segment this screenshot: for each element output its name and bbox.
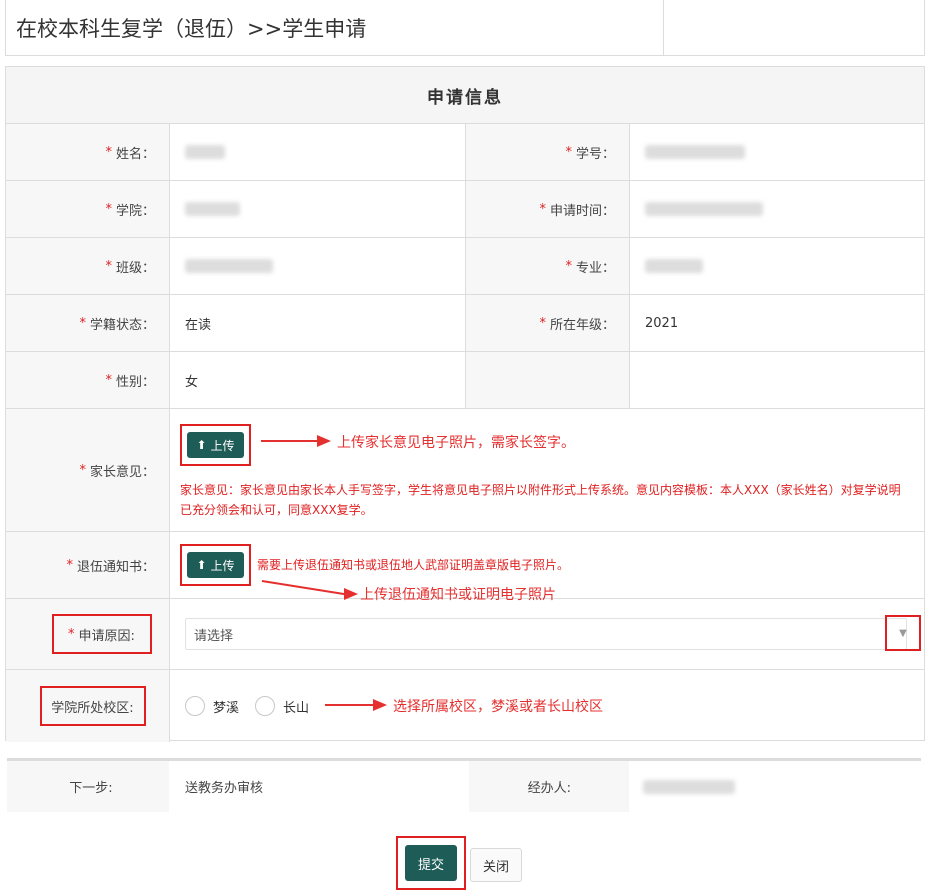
campus-option-mengxi: 梦溪 [213, 700, 240, 716]
redacted-value [185, 259, 273, 273]
apply-time-value [630, 181, 924, 237]
college-label: * 学院： [6, 181, 170, 237]
campus-label-highlight: 学院所处校区: [39, 686, 146, 726]
grade-label: * 所在年级： [466, 295, 630, 351]
page-header: 在校本科生复学（退伍）>>学生申请 [5, 0, 925, 56]
gender-value: 女 [170, 352, 466, 408]
redacted-value [185, 202, 240, 216]
row-class: * 班级： * 专业： [6, 238, 924, 295]
reason-label-cell: * 申请原因: [6, 599, 170, 669]
class-label: * 班级： [6, 238, 170, 294]
campus-label: 学院所处校区: [51, 700, 134, 716]
discharge-note: 需要上传退伍通知书或退伍地人武部证明盖章版电子照片。 [257, 558, 570, 572]
handler-value [629, 761, 921, 812]
row-status: * 学籍状态： 在读 * 所在年级： 2021 [6, 295, 924, 352]
campus-radio-changshan[interactable] [255, 696, 276, 716]
application-form: 申请信息 * 姓名： * 学号： * 学院： * 申请时间： * 班级： * 专业： * 学籍… [5, 66, 925, 742]
next-step-panel: 下一步: 送教务办审核 经办人: [7, 758, 921, 812]
apply-time-label: * 申请时间： [466, 181, 630, 237]
redacted-value [643, 779, 735, 794]
page-title: 在校本科生复学（退伍）>>学生申请 [6, 0, 664, 55]
reason-select-value: 请选择 [194, 628, 234, 644]
discharge-upload-button[interactable]: ⬆ 上传 [187, 552, 244, 578]
gender-label: * 性别： [6, 352, 170, 408]
student-id-label: * 学号： [466, 124, 630, 180]
section-title: 申请信息 [6, 67, 924, 124]
discharge-annotation-text: 上传退伍通知书或证明电子照片 [360, 587, 556, 603]
row-reason: * 申请原因: 请选择 ▼ [6, 599, 924, 670]
row-name: * 姓名： * 学号： [6, 124, 924, 181]
row-parent-opinion: * 家长意见： ⬆ 上传 家长意见：家长意见由家长本人手写签字，学生将意见电子照片… [6, 409, 924, 532]
handler-label: 经办人: [527, 781, 571, 796]
reason-content: 请选择 ▼ [170, 599, 924, 669]
row-gender: * 性别： 女 [6, 352, 924, 409]
discharge-upload-highlight: ⬆ 上传 [180, 544, 251, 586]
dropdown-highlight: ▼ [885, 615, 921, 651]
campus-annotation-text: 选择所属校区，梦溪或者长山校区 [393, 699, 603, 715]
next-step-label: 下一步: [69, 781, 113, 796]
grade-value: 2021 [645, 315, 679, 331]
empty-label-cell [466, 352, 630, 408]
campus-option-changshan: 长山 [283, 700, 310, 716]
next-step-value: 送教务办审核 [169, 761, 469, 812]
redacted-value [645, 202, 763, 216]
parent-opinion-content: ⬆ 上传 家长意见：家长意见由家长本人手写签字，学生将意见电子照片以附件形式上传… [170, 409, 924, 531]
chevron-down-icon[interactable]: ▼ [899, 628, 907, 639]
redacted-value [645, 145, 745, 159]
name-label: * 姓名： [6, 124, 170, 180]
redacted-value [645, 259, 703, 273]
college-value [170, 181, 466, 237]
class-value [170, 238, 466, 294]
reason-select[interactable]: 请选择 ▼ [185, 615, 921, 651]
discharge-arrow-head [344, 588, 358, 600]
parent-opinion-note: 家长意见：家长意见由家长本人手写签字，学生将意见电子照片以附件形式上传系统。意见… [180, 483, 901, 517]
major-label: * 专业： [466, 238, 630, 294]
status-value: 在读 [170, 295, 466, 351]
parent-upload-highlight: ⬆ 上传 [180, 424, 251, 466]
empty-value-cell [630, 352, 924, 408]
parent-opinion-label: * 家长意见： [6, 409, 170, 531]
name-value [170, 124, 466, 180]
reason-label: 申请原因: [78, 628, 135, 644]
submit-highlight: 提交 [396, 836, 466, 890]
parent-upload-button[interactable]: ⬆ 上传 [187, 432, 244, 458]
reason-label-highlight: * 申请原因: [51, 614, 152, 654]
campus-label-cell: 学院所处校区: [6, 670, 170, 742]
student-id-value [630, 124, 924, 180]
campus-radio-mengxi[interactable] [185, 696, 205, 716]
parent-annotation-text: 上传家长意见电子照片，需家长签字。 [337, 435, 575, 451]
row-college: * 学院： * 申请时间： [6, 181, 924, 238]
upload-icon: ⬆ [196, 558, 207, 572]
redacted-value [185, 145, 225, 159]
discharge-notice-label: * 退伍通知书： [6, 532, 170, 598]
submit-button[interactable]: 提交 [405, 845, 457, 881]
close-button[interactable]: 关闭 [470, 848, 522, 882]
status-label: * 学籍状态： [6, 295, 170, 351]
upload-icon: ⬆ [196, 438, 207, 452]
major-value [630, 238, 924, 294]
